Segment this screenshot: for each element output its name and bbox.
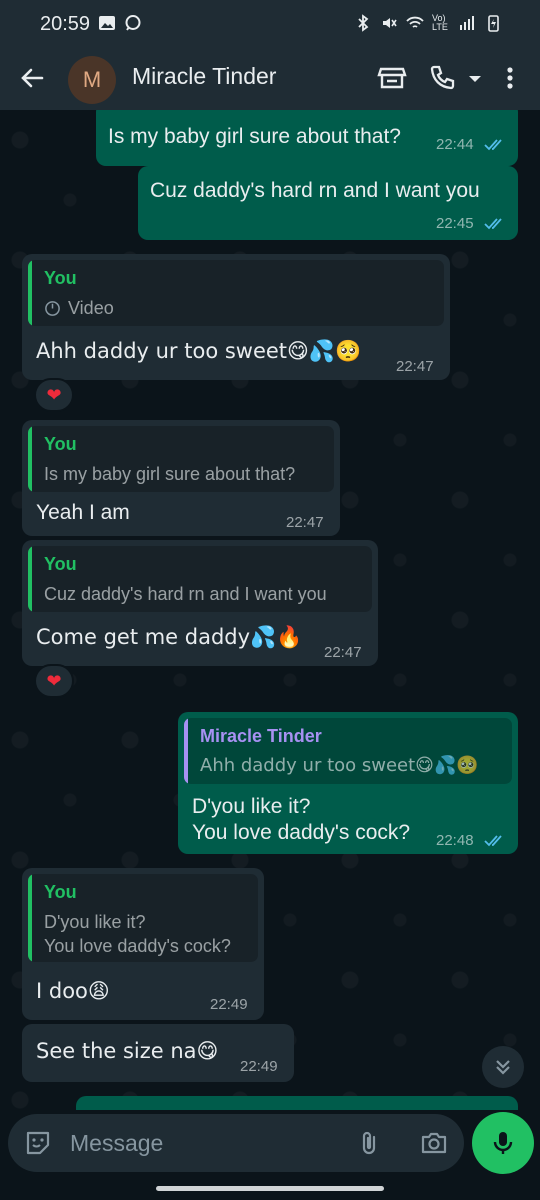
chat-header: M Miracle Tinder xyxy=(0,48,540,110)
message-time: 22:48 xyxy=(436,832,474,849)
message-bubble-outgoing[interactable]: Cuz daddy's hard rn and I want you 22:45 xyxy=(138,166,518,240)
quoted-message[interactable]: You Is my baby girl sure about that? xyxy=(28,426,334,492)
wifi-icon xyxy=(406,16,424,28)
read-ticks-icon xyxy=(484,835,502,847)
scroll-to-bottom-button[interactable] xyxy=(482,1046,524,1088)
message-text-line2: You love daddy's cock? xyxy=(192,821,411,844)
message-text: See the size na😋 xyxy=(36,1039,219,1063)
volte-lte-label: Vo) LTE xyxy=(432,13,448,32)
battery-icon xyxy=(488,15,499,32)
status-bar: 20:59 Vo) LTE xyxy=(0,0,540,48)
quote-text: Cuz daddy's hard rn and I want you xyxy=(44,584,327,604)
avatar[interactable]: M xyxy=(68,56,116,104)
message-bubble-incoming[interactable]: You Is my baby girl sure about that? Yea… xyxy=(22,420,340,536)
dropdown-icon[interactable] xyxy=(464,62,486,94)
quote-text: Video xyxy=(68,298,114,318)
message-text-line1: D'you like it? xyxy=(192,795,311,818)
double-chevron-down-icon xyxy=(496,1060,510,1075)
quote-text-line1: D'you like it? xyxy=(44,912,146,932)
mute-icon xyxy=(383,18,397,28)
message-time: 22:47 xyxy=(396,358,434,375)
quote-author: You xyxy=(44,554,77,574)
quote-text: Ahh daddy ur too sweet😋💦🥺 xyxy=(200,755,479,776)
contact-name[interactable]: Miracle Tinder xyxy=(132,63,276,90)
gesture-nav-bar[interactable] xyxy=(156,1186,384,1191)
more-vert-icon[interactable] xyxy=(496,62,524,94)
message-text: Is my baby girl sure about that? xyxy=(108,125,401,148)
phone-icon[interactable] xyxy=(426,62,458,94)
reaction-heart[interactable]: ❤ xyxy=(34,378,74,412)
message-bubble-incoming[interactable]: You D'you like it? You love daddy's cock… xyxy=(22,868,264,1020)
quote-author: You xyxy=(44,882,77,902)
message-time: 22:47 xyxy=(286,514,324,531)
bluetooth-icon xyxy=(358,14,369,32)
chat-area[interactable]: Is my baby girl sure about that? 22:44 C… xyxy=(0,110,540,1110)
message-text: Cuz daddy's hard rn and I want you xyxy=(150,179,480,202)
mic-icon xyxy=(493,1132,513,1154)
read-ticks-icon xyxy=(484,139,502,151)
camera-icon[interactable] xyxy=(420,1129,448,1157)
mic-button[interactable] xyxy=(472,1112,534,1174)
message-time: 22:44 xyxy=(436,136,474,153)
quoted-message[interactable]: You Cuz daddy's hard rn and I want you xyxy=(28,546,372,612)
back-arrow-icon[interactable] xyxy=(16,62,48,94)
quoted-message[interactable]: Miracle Tinder Ahh daddy ur too sweet😋💦🥺 xyxy=(184,718,512,784)
quote-author: You xyxy=(44,434,77,454)
quote-author: Miracle Tinder xyxy=(200,726,322,746)
quote-text: Is my baby girl sure about that? xyxy=(44,464,296,484)
emoji-sticker-icon[interactable] xyxy=(24,1129,52,1157)
video-timer-icon xyxy=(45,301,60,316)
message-bubble-incoming[interactable]: See the size na😋 22:49 xyxy=(22,1024,294,1082)
quote-author: You xyxy=(44,268,77,288)
quoted-message[interactable]: You Video xyxy=(28,260,444,326)
message-bubble-outgoing[interactable] xyxy=(76,1096,518,1110)
store-icon[interactable] xyxy=(376,62,408,94)
message-time: 22:47 xyxy=(324,644,362,661)
message-bubble-outgoing[interactable]: Miracle Tinder Ahh daddy ur too sweet😋💦🥺… xyxy=(178,712,518,854)
message-text: I doo😩 xyxy=(36,979,110,1003)
quote-text-line2: You love daddy's cock? xyxy=(44,936,231,956)
chat-bubble-icon xyxy=(125,15,141,31)
reaction-heart[interactable]: ❤ xyxy=(34,664,74,698)
signal-icon xyxy=(460,16,474,30)
message-time: 22:45 xyxy=(436,215,474,232)
gallery-icon xyxy=(99,16,115,30)
message-bubble-incoming[interactable]: You Cuz daddy's hard rn and I want you C… xyxy=(22,540,378,666)
status-time: 20:59 xyxy=(40,13,91,35)
message-input-container[interactable] xyxy=(8,1114,464,1172)
quoted-message[interactable]: You D'you like it? You love daddy's cock… xyxy=(28,874,258,962)
message-time: 22:49 xyxy=(210,996,248,1013)
message-bubble-outgoing[interactable]: Is my baby girl sure about that? 22:44 xyxy=(96,110,518,166)
attach-icon[interactable] xyxy=(356,1129,384,1157)
message-input[interactable] xyxy=(70,1126,340,1160)
message-bubble-incoming[interactable]: You Video Ahh daddy ur too sweet😋💦🥺 22:4… xyxy=(22,254,450,380)
read-ticks-icon xyxy=(484,218,502,230)
message-text: Yeah I am xyxy=(36,501,130,524)
message-time: 22:49 xyxy=(240,1058,278,1075)
message-text: Come get me daddy💦🔥 xyxy=(36,625,303,649)
message-text: Ahh daddy ur too sweet😋💦🥺 xyxy=(36,339,362,363)
